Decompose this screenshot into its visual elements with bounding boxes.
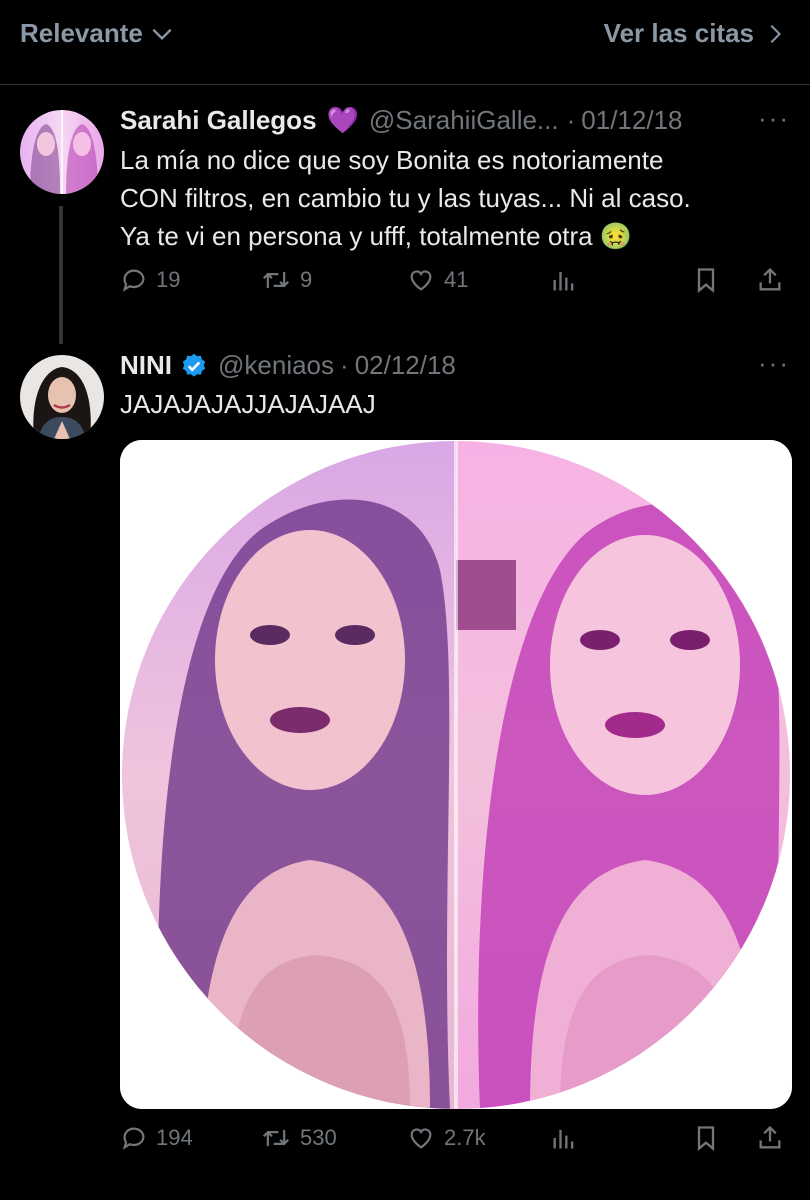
reply-button[interactable]: 19 (120, 266, 180, 294)
more-options-icon[interactable]: ··· (758, 103, 790, 134)
share-button[interactable] (756, 1124, 784, 1152)
reply-button[interactable]: 194 (120, 1124, 193, 1152)
reply-count: 194 (156, 1125, 193, 1150)
separator-dot: · (340, 350, 349, 380)
author-name[interactable]: NINI (120, 350, 172, 381)
tweet-header: Sarahi Gallegos 💜 @SarahiiGalle... · 01/… (120, 105, 683, 136)
analytics-icon (550, 1124, 578, 1152)
analytics-button[interactable] (550, 1124, 578, 1152)
like-button[interactable]: 41 (406, 266, 468, 294)
tweet-text: La mía no dice que soy Bonita es notoria… (120, 141, 800, 255)
reply-icon (120, 266, 148, 294)
heart-icon (406, 1124, 436, 1152)
tweet-text-line: Ya te vi en persona y ufff, totalmente o… (120, 221, 593, 251)
replies-topbar: Relevante Ver las citas (0, 0, 810, 85)
tweet-date[interactable]: 02/12/18 (355, 350, 456, 381)
tweet-text-line: CON filtros, en cambio tu y las tuyas...… (120, 183, 691, 213)
retweet-button[interactable]: 530 (260, 1124, 337, 1152)
avatar-sarahi[interactable] (20, 110, 104, 194)
tweet-image[interactable] (120, 440, 792, 1109)
bookmark-icon (692, 1124, 720, 1152)
separator-dot: · (566, 105, 576, 135)
analytics-icon (550, 266, 578, 294)
reply-icon (120, 1124, 148, 1152)
retweet-button[interactable]: 9 (260, 266, 312, 294)
bookmark-button[interactable] (692, 1124, 720, 1152)
retweet-count: 530 (300, 1125, 337, 1150)
share-icon (756, 1124, 784, 1152)
nauseated-face-emoji: 🤢 (599, 221, 633, 251)
chevron-right-icon (764, 21, 786, 47)
tweet-actions: 194 530 2.7k (120, 1124, 790, 1164)
like-count: 2.7k (444, 1125, 486, 1150)
sort-label: Relevante (20, 18, 143, 48)
view-quotes-label: Ver las citas (603, 18, 754, 48)
view-quotes-link[interactable]: Ver las citas (604, 18, 786, 49)
tweet-text: JAJAJAJAJJAJAJAAJ (120, 389, 376, 419)
avatar-nini[interactable] (20, 355, 104, 439)
retweet-count: 9 (300, 267, 313, 292)
more-options-icon[interactable]: ··· (758, 348, 790, 379)
like-count: 41 (444, 267, 469, 292)
like-button[interactable]: 2.7k (406, 1124, 486, 1152)
bookmark-icon (692, 266, 720, 294)
share-button[interactable] (756, 266, 784, 294)
chevron-down-icon (149, 21, 175, 47)
author-name[interactable]: Sarahi Gallegos (120, 105, 317, 136)
reply-count: 19 (156, 267, 181, 292)
heart-icon (406, 266, 436, 294)
sort-dropdown[interactable]: Relevante (20, 18, 175, 49)
thread-connector-line (59, 206, 63, 344)
verified-badge-icon (180, 352, 208, 380)
analytics-button[interactable] (550, 266, 578, 294)
tweet-actions: 19 9 41 (120, 266, 790, 306)
tweet-date[interactable]: 01/12/18 (581, 105, 682, 136)
tweet-header: NINI @keniaos · 02/12/18 (120, 350, 456, 381)
author-handle[interactable]: @keniaos (218, 350, 334, 381)
share-icon (756, 266, 784, 294)
retweet-icon (260, 1124, 292, 1152)
bookmark-button[interactable] (692, 266, 720, 294)
purple-heart-emoji: 💜 (326, 105, 359, 135)
tweet-text-line: La mía no dice que soy Bonita es notoria… (120, 145, 664, 175)
retweet-icon (260, 266, 292, 294)
author-handle[interactable]: @SarahiiGalle... (369, 105, 559, 136)
